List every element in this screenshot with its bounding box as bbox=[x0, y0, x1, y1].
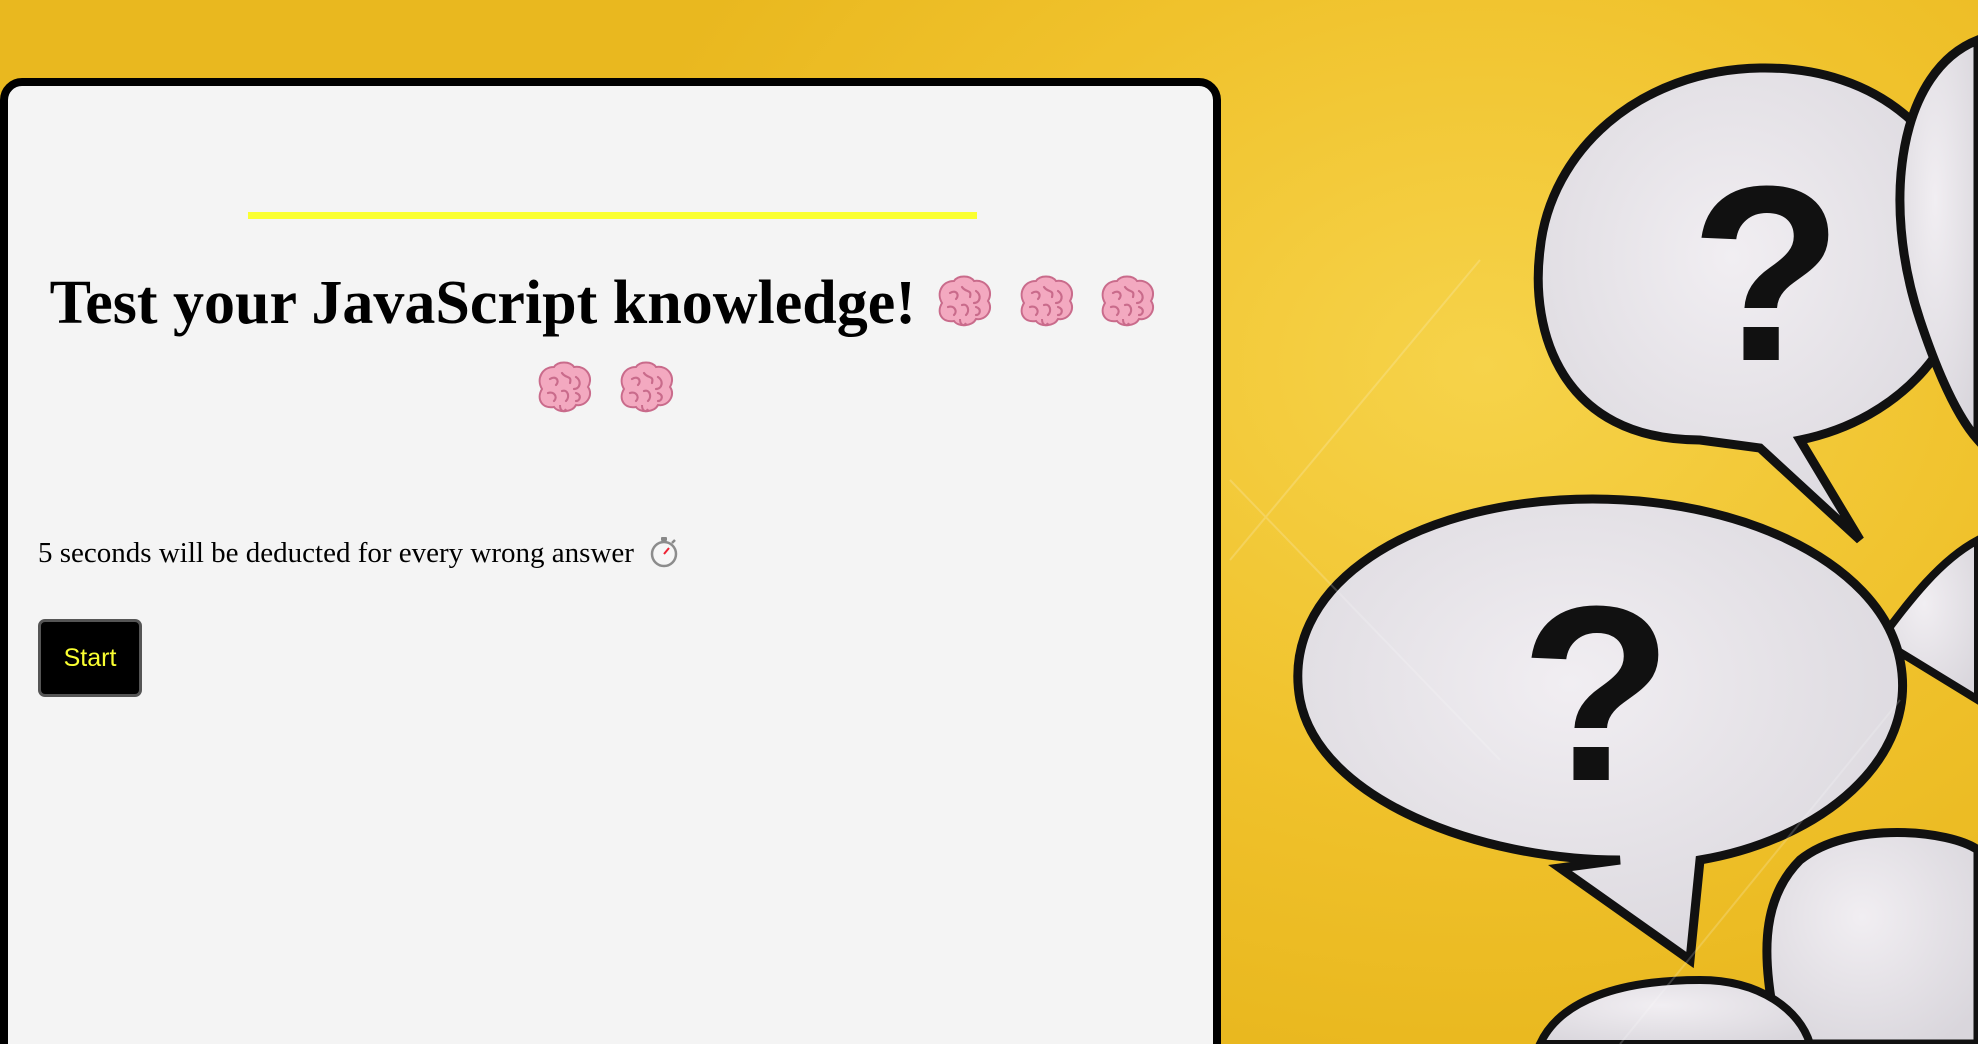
title-text: Test your JavaScript knowledge! bbox=[49, 269, 916, 337]
svg-text:?: ? bbox=[1520, 554, 1673, 833]
page-title: Test your JavaScript knowledge! bbox=[20, 260, 1190, 432]
start-button[interactable]: Start bbox=[38, 619, 142, 697]
brain-icon bbox=[538, 361, 592, 413]
brain-icon bbox=[1102, 275, 1155, 327]
svg-text:?: ? bbox=[1690, 134, 1843, 413]
brain-icon bbox=[620, 361, 673, 413]
timer-progress-bar bbox=[248, 212, 977, 219]
penalty-text: 5 seconds will be deducted for every wro… bbox=[38, 537, 634, 569]
brain-icon bbox=[939, 275, 992, 327]
stopwatch-icon bbox=[650, 537, 678, 568]
brain-icon bbox=[1020, 275, 1073, 327]
penalty-note: 5 seconds will be deducted for every wro… bbox=[38, 536, 679, 570]
